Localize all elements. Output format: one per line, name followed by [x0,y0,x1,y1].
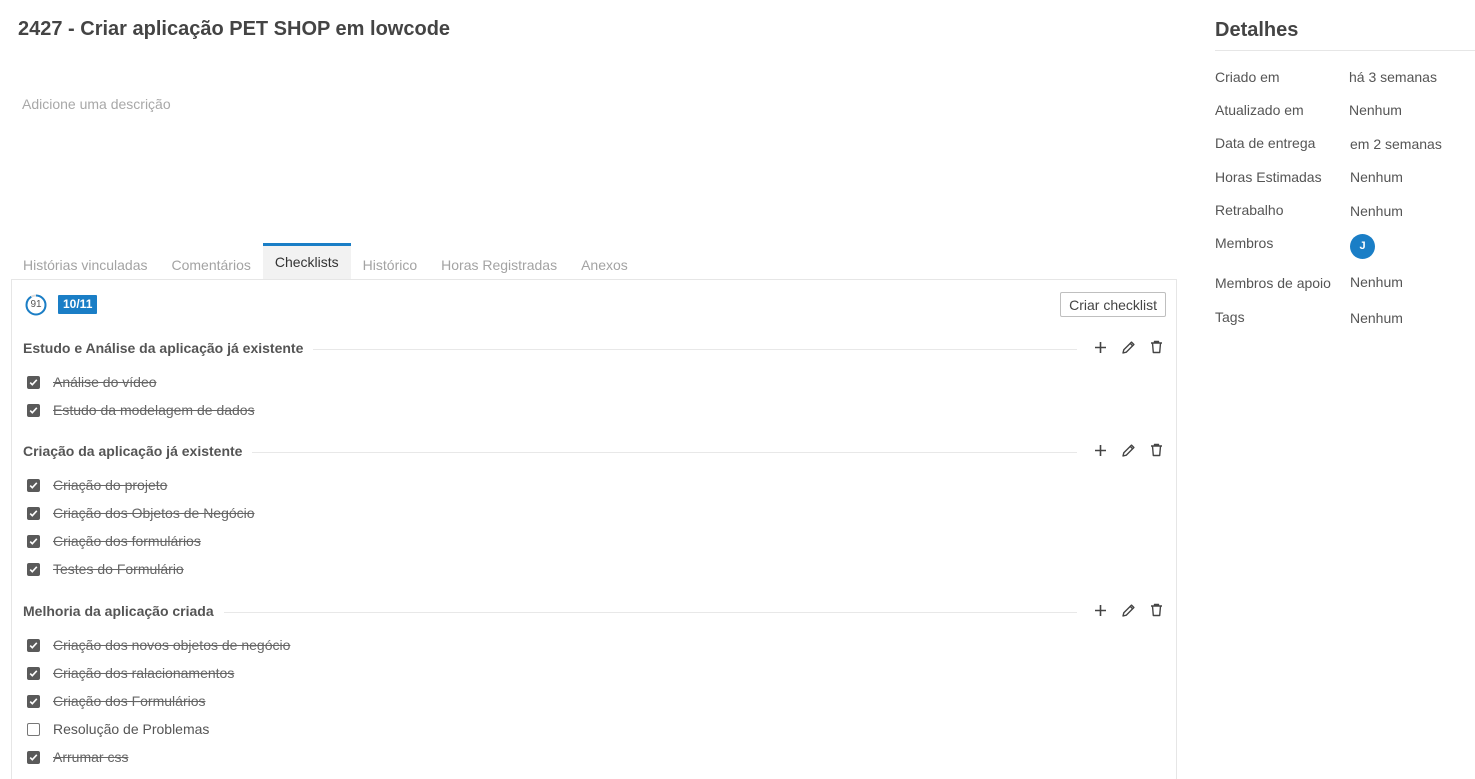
checkbox[interactable] [27,667,40,680]
checklist-item[interactable]: Criação dos formulários [12,528,1176,556]
avatar[interactable]: J [1350,234,1375,259]
tab-horas-registradas[interactable]: Horas Registradas [429,243,569,280]
detail-key: Membros [1215,235,1274,251]
checklist-item-label: Resolução de Problemas [53,721,210,737]
checklist-item[interactable]: Resolução de Problemas [12,716,1176,744]
checkbox[interactable] [27,404,40,417]
checkbox[interactable] [27,535,40,548]
checkbox[interactable] [27,479,40,492]
checklist-group: Estudo e Análise da aplicação já existen… [12,337,1176,425]
delete-trash-icon[interactable] [1146,600,1166,620]
checklist-group-title: Estudo e Análise da aplicação já existen… [23,340,314,356]
progress-ring: 91 [25,294,47,316]
detail-value[interactable]: Nenhum [1350,274,1403,290]
tab-comentarios[interactable]: Comentários [160,243,263,280]
detail-value[interactable]: Nenhum [1350,310,1403,326]
checklist-group-title: Criação da aplicação já existente [23,443,253,459]
tab-historico[interactable]: Histórico [351,243,429,280]
checklist-item-label: Testes do Formulário [53,561,184,577]
progress-percent: 91 [30,299,42,310]
checkbox[interactable] [27,639,40,652]
delete-trash-icon[interactable] [1146,440,1166,460]
checklist-item-label: Análise do vídeo [53,374,157,390]
tab-anexos[interactable]: Anexos [569,243,640,280]
edit-pencil-icon[interactable] [1118,440,1138,460]
checklist-item[interactable]: Criação dos Objetos de Negócio [12,500,1176,528]
checklist-group-header: Estudo e Análise da aplicação já existen… [12,337,1176,361]
checkbox[interactable] [27,695,40,708]
add-item-icon[interactable] [1090,600,1110,620]
detail-value[interactable]: em 2 semanas [1350,136,1442,152]
detail-value: Nenhum [1349,102,1402,118]
detail-value[interactable]: Nenhum [1350,169,1403,185]
group-actions [1082,440,1166,460]
card-title[interactable]: 2427 - Criar aplicação PET SHOP em lowco… [18,18,450,41]
checklists-panel: 91 10/11 Criar checklist Estudo e Anális… [11,279,1177,779]
group-actions [1082,337,1166,357]
checklist-item-label: Criação dos novos objetos de negócio [53,637,291,653]
checklist-item[interactable]: Análise do vídeo [12,369,1176,397]
checklist-group-header: Melhoria da aplicação criada [12,600,1176,624]
checklist-item-label: Criação do projeto [53,477,168,493]
checkbox[interactable] [27,507,40,520]
add-item-icon[interactable] [1090,440,1110,460]
edit-pencil-icon[interactable] [1118,337,1138,357]
details-title: Detalhes [1215,19,1299,41]
checklist-items: Análise do vídeo Estudo da modelagem de d… [12,369,1176,425]
checklist-item-label: Arrumar css [53,749,129,765]
add-item-icon[interactable] [1090,337,1110,357]
checkbox[interactable] [27,751,40,764]
checklist-item[interactable]: Estudo da modelagem de dados [12,397,1176,425]
checklist-item[interactable]: Arrumar css [12,744,1176,772]
edit-pencil-icon[interactable] [1118,600,1138,620]
checklist-item[interactable]: Testes do Formulário [12,556,1176,584]
detail-key: Atualizado em [1215,102,1304,118]
checklist-item[interactable]: Criação dos ralacionamentos [12,660,1176,688]
detail-key: Data de entrega [1215,135,1316,151]
checklist-items: Criação do projeto Criação dos Objetos de… [12,472,1176,584]
tab-bar: Histórias vinculadas Comentários Checkli… [11,243,640,280]
checklist-item-label: Criação dos Objetos de Negócio [53,505,255,521]
checklist-item-label: Estudo da modelagem de dados [53,402,255,418]
detail-value: há 3 semanas [1349,69,1437,85]
checklist-group-header: Criação da aplicação já existente [12,440,1176,464]
checklist-item-label: Criação dos Formulários [53,693,206,709]
checkbox[interactable] [27,376,40,389]
create-checklist-button[interactable]: Criar checklist [1060,292,1166,317]
checklist-item-label: Criação dos ralacionamentos [53,665,235,681]
detail-key: Horas Estimadas [1215,169,1322,185]
checkbox[interactable] [27,723,40,736]
checklist-item[interactable]: Criação dos Formulários [12,688,1176,716]
description-placeholder[interactable]: Adicione uma descrição [22,96,171,112]
group-actions [1082,600,1166,620]
detail-key: Criado em [1215,69,1280,85]
checklist-item[interactable]: Criação do projeto [12,472,1176,500]
tab-checklists[interactable]: Checklists [262,243,351,280]
tab-historias-vinculadas[interactable]: Histórias vinculadas [11,243,160,280]
checklist-group: Criação da aplicação já existente Criação… [12,440,1176,584]
details-divider [1215,50,1475,51]
detail-value[interactable]: Nenhum [1350,203,1403,219]
delete-trash-icon[interactable] [1146,337,1166,357]
checkbox[interactable] [27,563,40,576]
card-main: 2427 - Criar aplicação PET SHOP em lowco… [0,0,1190,779]
checklist-item[interactable]: Criação dos novos objetos de negócio [12,632,1176,660]
detail-key: Retrabalho [1215,202,1284,218]
checklist-items: Criação dos novos objetos de negócio Cria… [12,632,1176,772]
detail-key: Tags [1215,309,1245,325]
checklist-group-title: Melhoria da aplicação criada [23,603,224,619]
checklist-item-label: Criação dos formulários [53,533,201,549]
checklist-group: Melhoria da aplicação criada Criação dos … [12,600,1176,772]
checklist-count-badge: 10/11 [58,295,98,314]
detail-key: Membros de apoio [1215,275,1331,291]
